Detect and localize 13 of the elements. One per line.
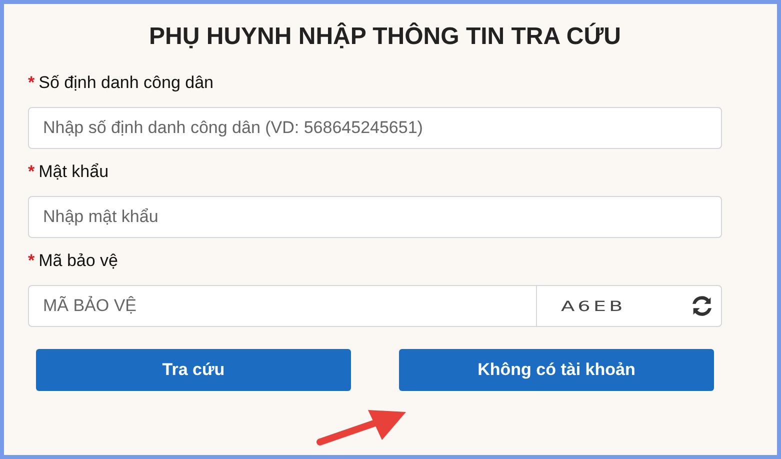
required-mark: * — [28, 162, 35, 182]
input-field[interactable]: Nhập số định danh công dân (VD: 568645245651) — [28, 107, 722, 149]
field-label: Số định danh công dân — [38, 73, 214, 93]
form-title: PHỤ HUYNH NHẬP THÔNG TIN TRA CỨU — [148, 22, 621, 52]
input-field[interactable]: MÃ BẢO VỆ — [28, 285, 536, 327]
required-mark: * — [28, 73, 35, 93]
submit-button[interactable]: Không có tài khoản — [399, 349, 714, 391]
captcha-image: A6EB — [561, 298, 626, 314]
input-field[interactable]: Nhập mật khẩu — [28, 196, 722, 238]
field-label: Mã bảo vệ — [38, 251, 118, 271]
submit-button[interactable]: Tra cứu — [36, 349, 351, 391]
required-mark: * — [28, 251, 35, 271]
field-label: Mật khẩu — [38, 162, 109, 182]
